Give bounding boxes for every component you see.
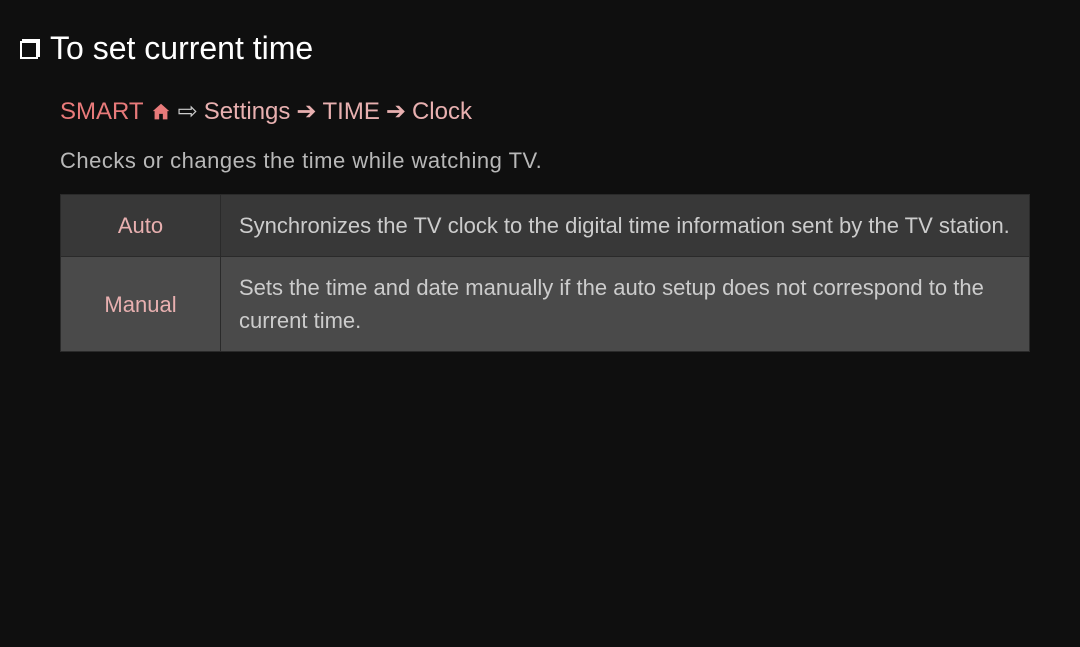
row-description: Sets the time and date manually if the a…	[221, 257, 1030, 352]
breadcrumb: SMART ⇨ Settings ➔ TIME ➔ Clock	[60, 97, 1060, 126]
breadcrumb-settings: Settings	[204, 98, 291, 126]
home-icon	[150, 101, 172, 123]
breadcrumb-clock: Clock	[412, 98, 472, 126]
arrow-double-icon: ⇨	[178, 97, 198, 126]
page-title: To set current time	[50, 30, 313, 67]
options-table: Auto Synchronizes the TV clock to the di…	[60, 194, 1030, 352]
row-label: Auto	[61, 195, 221, 257]
title-row: To set current time	[20, 30, 1060, 67]
arrow-right-icon: ➔	[386, 97, 406, 126]
arrow-right-icon: ➔	[296, 97, 316, 126]
table-row: Auto Synchronizes the TV clock to the di…	[61, 195, 1030, 257]
table-row: Manual Sets the time and date manually i…	[61, 257, 1030, 352]
row-label: Manual	[61, 257, 221, 352]
bullet-icon	[20, 41, 38, 59]
description-text: Checks or changes the time while watchin…	[60, 148, 1060, 174]
breadcrumb-smart: SMART	[60, 98, 144, 126]
breadcrumb-time: TIME	[323, 98, 380, 126]
row-description: Synchronizes the TV clock to the digital…	[221, 195, 1030, 257]
